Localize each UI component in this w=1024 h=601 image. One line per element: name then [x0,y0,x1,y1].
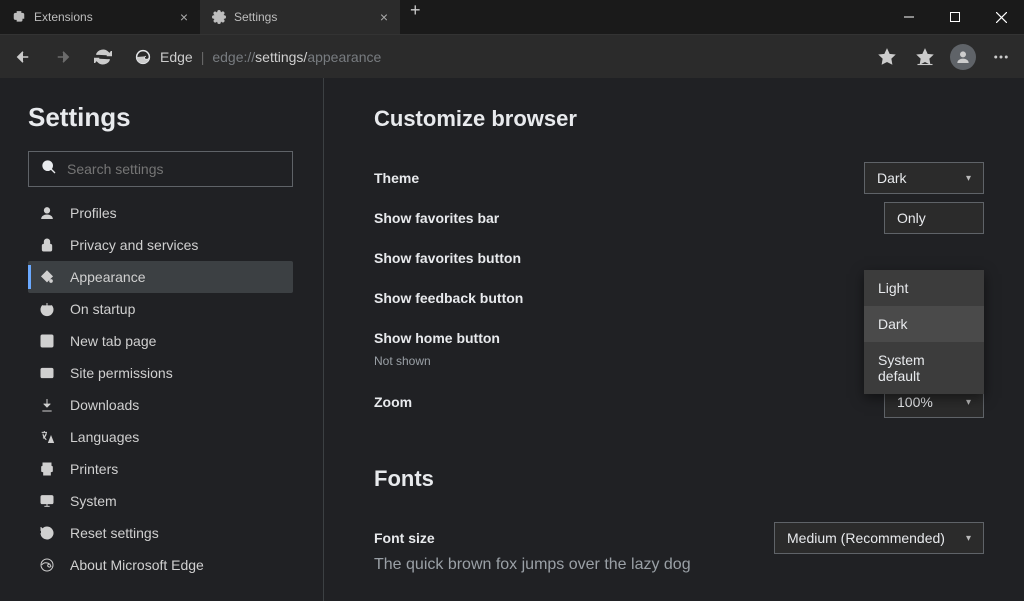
search-input[interactable] [67,161,280,177]
download-icon [38,397,56,413]
nav-reset[interactable]: Reset settings [28,517,293,549]
address-prefix: Edge [160,49,193,65]
fonts-section: Fonts Font size Medium (Recommended) ▾ T… [374,466,984,601]
address-separator: | [201,49,205,65]
avatar-icon [950,44,976,70]
address-bar[interactable]: Edge | edge://settings/appearance [126,41,864,73]
power-icon [38,301,56,317]
nav-about[interactable]: About Microsoft Edge [28,549,293,581]
address-url: edge://settings/appearance [212,49,381,65]
maximize-button[interactable] [932,0,978,34]
nav-languages[interactable]: Languages [28,421,293,453]
row-theme: Theme Dark ▾ [374,158,984,198]
feedback-label: Show feedback button [374,290,523,306]
edge-logo-icon [134,48,152,66]
window-controls [886,0,1024,34]
refresh-button[interactable] [86,40,120,74]
toolbar-right [870,40,1018,74]
forward-button[interactable] [46,40,80,74]
font-preview: The quick brown fox jumps over the lazy … [374,556,984,574]
search-icon [41,159,57,180]
theme-select[interactable]: Dark ▾ [864,162,984,194]
theme-dropdown-menu: Light Dark System default [864,270,984,394]
settings-nav: Profiles Privacy and services Appearance… [28,197,303,581]
fontsize-label: Font size [374,530,435,546]
favbar-select[interactable]: Only [884,202,984,234]
row-favorites-bar: Show favorites bar Only [374,198,984,238]
fonts-heading: Fonts [374,466,984,492]
nav-system[interactable]: System [28,485,293,517]
tab-label: Settings [234,10,277,24]
row-font-size: Font size Medium (Recommended) ▾ [374,518,984,558]
tab-extensions[interactable]: Extensions × [0,0,200,34]
favbtn-label: Show favorites button [374,250,521,266]
nav-printers[interactable]: Printers [28,453,293,485]
sliders-icon [38,365,56,381]
monitor-icon [38,493,56,509]
nav-startup[interactable]: On startup [28,293,293,325]
minimize-button[interactable] [886,0,932,34]
chevron-down-icon: ▾ [966,173,971,184]
person-icon [38,205,56,221]
zoom-label: Zoom [374,394,412,410]
chevron-down-icon: ▾ [966,397,971,408]
favorite-button[interactable] [870,40,904,74]
sidebar-title: Settings [28,102,303,133]
titlebar: Extensions × Settings × + [0,0,1024,34]
grid-icon [38,333,56,349]
tab-strip: Extensions × Settings × + [0,0,431,34]
close-button[interactable] [978,0,1024,34]
close-icon[interactable]: × [380,9,388,25]
search-settings-box[interactable] [28,151,293,187]
favbar-label: Show favorites bar [374,210,499,226]
nav-profiles[interactable]: Profiles [28,197,293,229]
fontsize-select[interactable]: Medium (Recommended) ▾ [774,522,984,554]
main-pane: Customize browser Theme Dark ▾ Show favo… [324,78,1024,601]
nav-permissions[interactable]: Site permissions [28,357,293,389]
printer-icon [38,461,56,477]
language-icon [38,429,56,445]
sidebar: Settings Profiles Privacy and services A… [0,78,324,601]
extension-icon [12,10,26,24]
favorites-list-button[interactable] [908,40,942,74]
theme-option-dark[interactable]: Dark [864,306,984,342]
theme-label: Theme [374,170,419,186]
nav-privacy[interactable]: Privacy and services [28,229,293,261]
nav-appearance[interactable]: Appearance [28,261,293,293]
close-icon[interactable]: × [180,9,188,25]
more-button[interactable] [984,40,1018,74]
lock-icon [38,237,56,253]
paint-icon [38,269,56,285]
theme-option-light[interactable]: Light [864,270,984,306]
theme-option-system[interactable]: System default [864,342,984,394]
toolbar: Edge | edge://settings/appearance [0,34,1024,78]
section-heading: Customize browser [374,106,984,132]
profile-button[interactable] [946,40,980,74]
new-tab-button[interactable]: + [400,0,431,34]
nav-newtab[interactable]: New tab page [28,325,293,357]
row-customize-fonts[interactable]: Customize fonts › [374,596,984,601]
content: Settings Profiles Privacy and services A… [0,78,1024,601]
tab-label: Extensions [34,10,93,24]
gear-icon [212,10,226,24]
edge-icon [38,557,56,573]
back-button[interactable] [6,40,40,74]
tab-settings[interactable]: Settings × [200,0,400,34]
chevron-down-icon: ▾ [966,533,971,544]
reset-icon [38,525,56,541]
homebtn-label: Show home button [374,330,500,346]
nav-downloads[interactable]: Downloads [28,389,293,421]
